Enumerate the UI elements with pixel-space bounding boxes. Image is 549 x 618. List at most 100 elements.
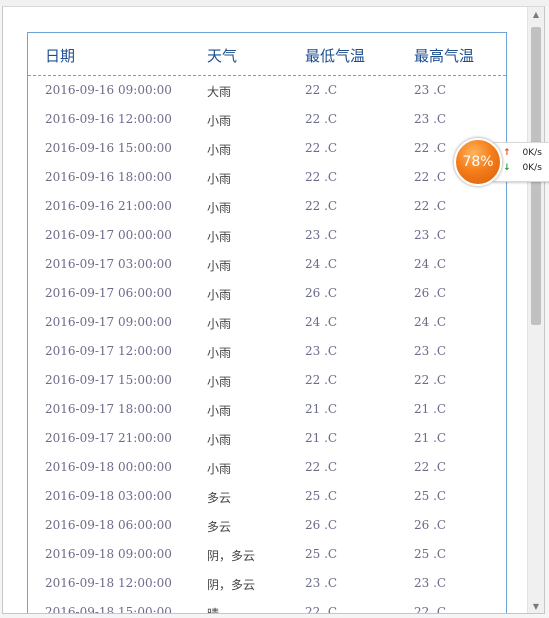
vertical-scrollbar[interactable]: ▲ ▼ [527,7,544,613]
cell-date: 2016-09-18 03:00:00 [45,489,172,503]
download-speed-line: ↓ 0K/s [503,163,542,173]
cell-min-temp: 24 .C [305,315,338,329]
cell-date: 2016-09-17 00:00:00 [45,228,172,242]
cell-date: 2016-09-17 15:00:00 [45,373,172,387]
cell-weather: 小雨 [207,114,232,128]
table-row: 2016-09-16 15:00:00 小雨 22 .C 22 .C [28,134,506,163]
table-row: 2016-09-17 09:00:00 小雨 24 .C 24 .C [28,308,506,337]
scroll-down-icon[interactable]: ▼ [528,599,544,613]
table-row: 2016-09-17 00:00:00 小雨 23 .C 23 .C [28,221,506,250]
cell-weather: 小雨 [207,317,232,331]
cell-weather: 小雨 [207,288,232,302]
weather-table: 日期 天气 最低气温 最高气温 2016-09-16 09:00:00 大雨 22 … [27,32,507,614]
cell-weather: 大雨 [207,85,232,99]
cell-weather: 阴，多云 [207,578,256,592]
cell-min-temp: 22 .C [305,373,338,387]
table-row: 2016-09-17 12:00:00 小雨 23 .C 23 .C [28,337,506,366]
upload-speed: 0K/s [522,148,542,158]
cell-max-temp: 23 .C [414,344,447,358]
cell-date: 2016-09-17 18:00:00 [45,402,172,416]
cell-max-temp: 23 .C [414,576,447,590]
table-row: 2016-09-16 12:00:00 小雨 22 .C 23 .C [28,105,506,134]
cell-max-temp: 26 .C [414,518,447,532]
cell-date: 2016-09-16 09:00:00 [45,83,172,97]
table-header: 日期 天气 最低气温 最高气温 [28,33,506,76]
cell-weather: 小雨 [207,201,232,215]
cell-max-temp: 25 .C [414,489,447,503]
cell-min-temp: 25 .C [305,547,338,561]
cell-min-temp: 22 .C [305,83,338,97]
cell-date: 2016-09-16 18:00:00 [45,170,172,184]
cell-max-temp: 23 .C [414,228,447,242]
popup-window: 日期 天气 最低气温 最高气温 2016-09-16 09:00:00 大雨 22 … [2,6,545,614]
cell-min-temp: 23 .C [305,228,338,242]
cell-weather: 多云 [207,520,232,534]
cell-date: 2016-09-17 06:00:00 [45,286,172,300]
cell-max-temp: 22 .C [414,373,447,387]
cell-max-temp: 22 .C [414,170,447,184]
network-monitor-widget[interactable]: ↑ 0K/s ↓ 0K/s 78% [454,138,549,186]
cell-max-temp: 23 .C [414,112,447,126]
cell-min-temp: 22 .C [305,605,338,614]
table-body: 2016-09-16 09:00:00 大雨 22 .C 23 .C 2016-09-1… [28,76,506,614]
cell-date: 2016-09-17 03:00:00 [45,257,172,271]
cell-weather: 多云 [207,491,232,505]
cell-max-temp: 22 .C [414,605,447,614]
header-min-temp: 最低气温 [305,47,366,65]
cell-date: 2016-09-16 21:00:00 [45,199,172,213]
cell-max-temp: 22 .C [414,199,447,213]
cell-min-temp: 26 .C [305,518,338,532]
memory-usage-ball[interactable]: 78% [454,138,502,186]
cell-date: 2016-09-18 00:00:00 [45,460,172,474]
header-max-temp: 最高气温 [414,47,475,65]
cell-min-temp: 22 .C [305,199,338,213]
cell-max-temp: 24 .C [414,315,447,329]
table-row: 2016-09-17 18:00:00 小雨 21 .C 21 .C [28,395,506,424]
cell-weather: 小雨 [207,462,232,476]
table-row: 2016-09-17 06:00:00 小雨 26 .C 26 .C [28,279,506,308]
header-date: 日期 [45,47,76,65]
cell-max-temp: 21 .C [414,402,447,416]
cell-date: 2016-09-16 15:00:00 [45,141,172,155]
cell-weather: 小雨 [207,433,232,447]
table-row: 2016-09-18 09:00:00 阴，多云 25 .C 25 .C [28,540,506,569]
cell-weather: 阴，多云 [207,549,256,563]
cell-min-temp: 23 .C [305,576,338,590]
table-row: 2016-09-18 06:00:00 多云 26 .C 26 .C [28,511,506,540]
cell-min-temp: 24 .C [305,257,338,271]
cell-min-temp: 26 .C [305,286,338,300]
cell-max-temp: 26 .C [414,286,447,300]
cell-max-temp: 22 .C [414,460,447,474]
cell-min-temp: 21 .C [305,431,338,445]
download-speed: 0K/s [522,163,542,173]
cell-date: 2016-09-18 15:00:00 [45,605,172,614]
cell-weather: 小雨 [207,404,232,418]
table-row: 2016-09-18 00:00:00 小雨 22 .C 22 .C [28,453,506,482]
table-row: 2016-09-17 21:00:00 小雨 21 .C 21 .C [28,424,506,453]
table-row: 2016-09-16 18:00:00 小雨 22 .C 22 .C [28,163,506,192]
cell-date: 2016-09-17 09:00:00 [45,315,172,329]
scroll-up-icon[interactable]: ▲ [528,7,544,23]
cell-date: 2016-09-18 09:00:00 [45,547,172,561]
cell-min-temp: 21 .C [305,402,338,416]
table-row: 2016-09-18 03:00:00 多云 25 .C 25 .C [28,482,506,511]
cell-min-temp: 25 .C [305,489,338,503]
cell-max-temp: 25 .C [414,547,447,561]
cell-weather: 小雨 [207,143,232,157]
table-row: 2016-09-16 09:00:00 大雨 22 .C 23 .C [28,76,506,105]
cell-max-temp: 22 .C [414,141,447,155]
arrow-down-icon: ↓ [503,163,511,173]
cell-date: 2016-09-17 21:00:00 [45,431,172,445]
table-row: 2016-09-18 12:00:00 阴，多云 23 .C 23 .C [28,569,506,598]
header-weather: 天气 [207,47,238,65]
cell-max-temp: 24 .C [414,257,447,271]
cell-min-temp: 22 .C [305,460,338,474]
table-row: 2016-09-18 15:00:00 晴 22 .C 22 .C [28,598,506,614]
cell-weather: 小雨 [207,172,232,186]
table-row: 2016-09-17 15:00:00 小雨 22 .C 22 .C [28,366,506,395]
cell-weather: 晴 [207,607,220,614]
cell-date: 2016-09-16 12:00:00 [45,112,172,126]
cell-weather: 小雨 [207,230,232,244]
cell-date: 2016-09-18 06:00:00 [45,518,172,532]
cell-max-temp: 23 .C [414,83,447,97]
